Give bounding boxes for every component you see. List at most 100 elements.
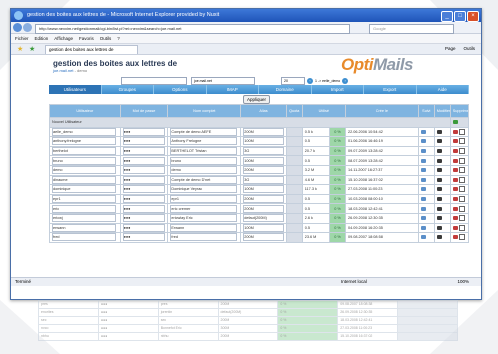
address-input[interactable]: http://www.nexxim.net/gestionmail/cgi-bi… bbox=[35, 23, 350, 34]
back-icon[interactable] bbox=[13, 23, 22, 32]
tab-groups[interactable]: Groupes bbox=[102, 85, 154, 94]
select-checkbox[interactable] bbox=[458, 224, 465, 231]
add-user-icon[interactable] bbox=[449, 117, 470, 128]
tab-help[interactable]: Aide bbox=[417, 85, 469, 94]
delete-icon[interactable] bbox=[452, 168, 458, 173]
mail-icon[interactable] bbox=[420, 216, 426, 221]
quota-select[interactable]: 200M bbox=[243, 128, 284, 136]
edit-icon[interactable] bbox=[436, 129, 442, 134]
select-checkbox[interactable] bbox=[458, 215, 465, 222]
password-input[interactable]: ●●● bbox=[122, 147, 166, 155]
password-input[interactable]: ●●● bbox=[122, 176, 166, 184]
tab-export[interactable]: Export bbox=[364, 85, 417, 94]
edit-icon[interactable] bbox=[436, 206, 442, 211]
maximize-icon[interactable]: □ bbox=[454, 11, 466, 22]
fullname-input[interactable]: eric cremer bbox=[170, 204, 237, 213]
fullname-input[interactable]: Compte de demo D'net bbox=[170, 176, 237, 184]
fullname-input[interactable]: ericwlay Eric bbox=[170, 214, 237, 223]
delete-icon[interactable] bbox=[452, 129, 458, 134]
password-input[interactable]: ●●● bbox=[122, 223, 166, 232]
fullname-input[interactable]: epr1 bbox=[170, 195, 237, 203]
password-input[interactable]: ●●● bbox=[122, 185, 166, 194]
edit-icon[interactable] bbox=[436, 235, 442, 240]
quota-select[interactable]: 3G bbox=[243, 176, 284, 184]
tab-imap[interactable]: IMAP bbox=[207, 85, 259, 94]
favorites-star-icon[interactable]: ★ bbox=[17, 45, 23, 55]
user-input[interactable]: erwann bbox=[52, 223, 117, 232]
quota-select[interactable]: 200M bbox=[243, 166, 284, 175]
quota-dropdown-icon[interactable] bbox=[285, 212, 303, 224]
filter-input-left[interactable] bbox=[121, 77, 187, 85]
search-input[interactable]: Google bbox=[369, 23, 454, 34]
add-favorite-icon[interactable]: ★ bbox=[29, 45, 35, 55]
fullname-input[interactable]: Erwann bbox=[170, 223, 237, 232]
edit-icon[interactable] bbox=[436, 149, 442, 154]
mail-icon[interactable] bbox=[420, 129, 426, 134]
quota-dropdown-icon[interactable] bbox=[285, 203, 303, 214]
user-input[interactable]: epr1 bbox=[52, 195, 117, 203]
quota-select[interactable]: defaut(200M) bbox=[243, 214, 284, 223]
tab-users[interactable]: Utilisateurs bbox=[49, 85, 102, 94]
menu-item-tools[interactable]: Outils bbox=[100, 34, 112, 43]
select-checkbox[interactable] bbox=[458, 176, 465, 183]
tab-import[interactable]: Import bbox=[312, 85, 364, 94]
mail-icon[interactable] bbox=[420, 168, 426, 173]
select-checkbox[interactable] bbox=[458, 167, 465, 174]
edit-icon[interactable] bbox=[436, 187, 442, 192]
quota-dropdown-icon[interactable] bbox=[285, 232, 303, 243]
mail-icon[interactable] bbox=[420, 149, 426, 154]
page-menu[interactable]: Page bbox=[445, 44, 456, 54]
select-checkbox[interactable] bbox=[458, 138, 465, 145]
user-input[interactable]: demo bbox=[52, 166, 117, 175]
menu-item-favorites[interactable]: Favoris bbox=[79, 34, 94, 43]
quota-dropdown-icon[interactable] bbox=[285, 155, 303, 166]
password-input[interactable]: ●●● bbox=[122, 128, 166, 136]
tab-domain[interactable]: Domaine bbox=[259, 85, 312, 94]
password-input[interactable]: ●●● bbox=[122, 137, 166, 146]
select-checkbox[interactable] bbox=[458, 186, 465, 193]
quota-dropdown-icon[interactable] bbox=[285, 136, 303, 147]
page-size-select[interactable]: 20 bbox=[281, 77, 305, 85]
fullname-input[interactable]: bruno bbox=[170, 156, 237, 165]
quota-select[interactable]: 100M bbox=[243, 185, 284, 194]
delete-icon[interactable] bbox=[452, 139, 458, 144]
select-checkbox[interactable] bbox=[458, 148, 465, 155]
fullname-input[interactable]: BERTHELOT Tristan bbox=[170, 147, 237, 155]
select-checkbox[interactable] bbox=[458, 128, 465, 135]
tab-options[interactable]: Options bbox=[154, 85, 207, 94]
quota-dropdown-icon[interactable] bbox=[285, 164, 303, 176]
user-input[interactable]: anthony.frelogne bbox=[52, 137, 117, 146]
delete-icon[interactable] bbox=[452, 206, 458, 211]
fullname-input[interactable]: Dominique Veyrac bbox=[170, 185, 237, 194]
menu-item-help[interactable]: ? bbox=[117, 34, 120, 43]
mail-icon[interactable] bbox=[420, 197, 426, 202]
tools-menu[interactable]: Outils bbox=[463, 44, 475, 54]
mail-icon[interactable] bbox=[420, 225, 426, 230]
edit-icon[interactable] bbox=[436, 158, 442, 163]
delete-icon[interactable] bbox=[452, 187, 458, 192]
mail-icon[interactable] bbox=[420, 139, 426, 144]
password-input[interactable]: ●●● bbox=[122, 204, 166, 213]
quota-select[interactable]: 100M bbox=[243, 156, 284, 165]
forward-icon[interactable] bbox=[23, 23, 32, 32]
select-checkbox[interactable] bbox=[458, 205, 465, 212]
mail-icon[interactable] bbox=[420, 187, 426, 192]
menu-item-edit[interactable]: Edition bbox=[35, 34, 49, 43]
edit-icon[interactable] bbox=[436, 197, 442, 202]
password-input[interactable]: ●●● bbox=[122, 166, 166, 175]
edit-icon[interactable] bbox=[436, 177, 442, 182]
apply-button[interactable]: Appliquer bbox=[243, 95, 271, 104]
delete-icon[interactable] bbox=[452, 177, 458, 182]
user-input[interactable]: bruno bbox=[52, 156, 117, 165]
status-zoom[interactable]: 100% bbox=[457, 278, 469, 286]
quota-dropdown-icon[interactable] bbox=[285, 145, 303, 157]
quota-dropdown-icon[interactable] bbox=[285, 174, 303, 186]
menu-item-view[interactable]: Affichage bbox=[54, 34, 73, 43]
delete-icon[interactable] bbox=[452, 216, 458, 221]
fullname-input[interactable]: Compte de demo AEFE bbox=[170, 128, 237, 136]
user-input[interactable]: ericwj bbox=[52, 214, 117, 223]
menu-item-file[interactable]: Fichier bbox=[15, 34, 29, 43]
filter-input-domain[interactable]: joe.mail.net bbox=[191, 77, 255, 85]
quota-dropdown-icon[interactable] bbox=[285, 184, 303, 195]
password-input[interactable]: ●●● bbox=[122, 233, 166, 242]
